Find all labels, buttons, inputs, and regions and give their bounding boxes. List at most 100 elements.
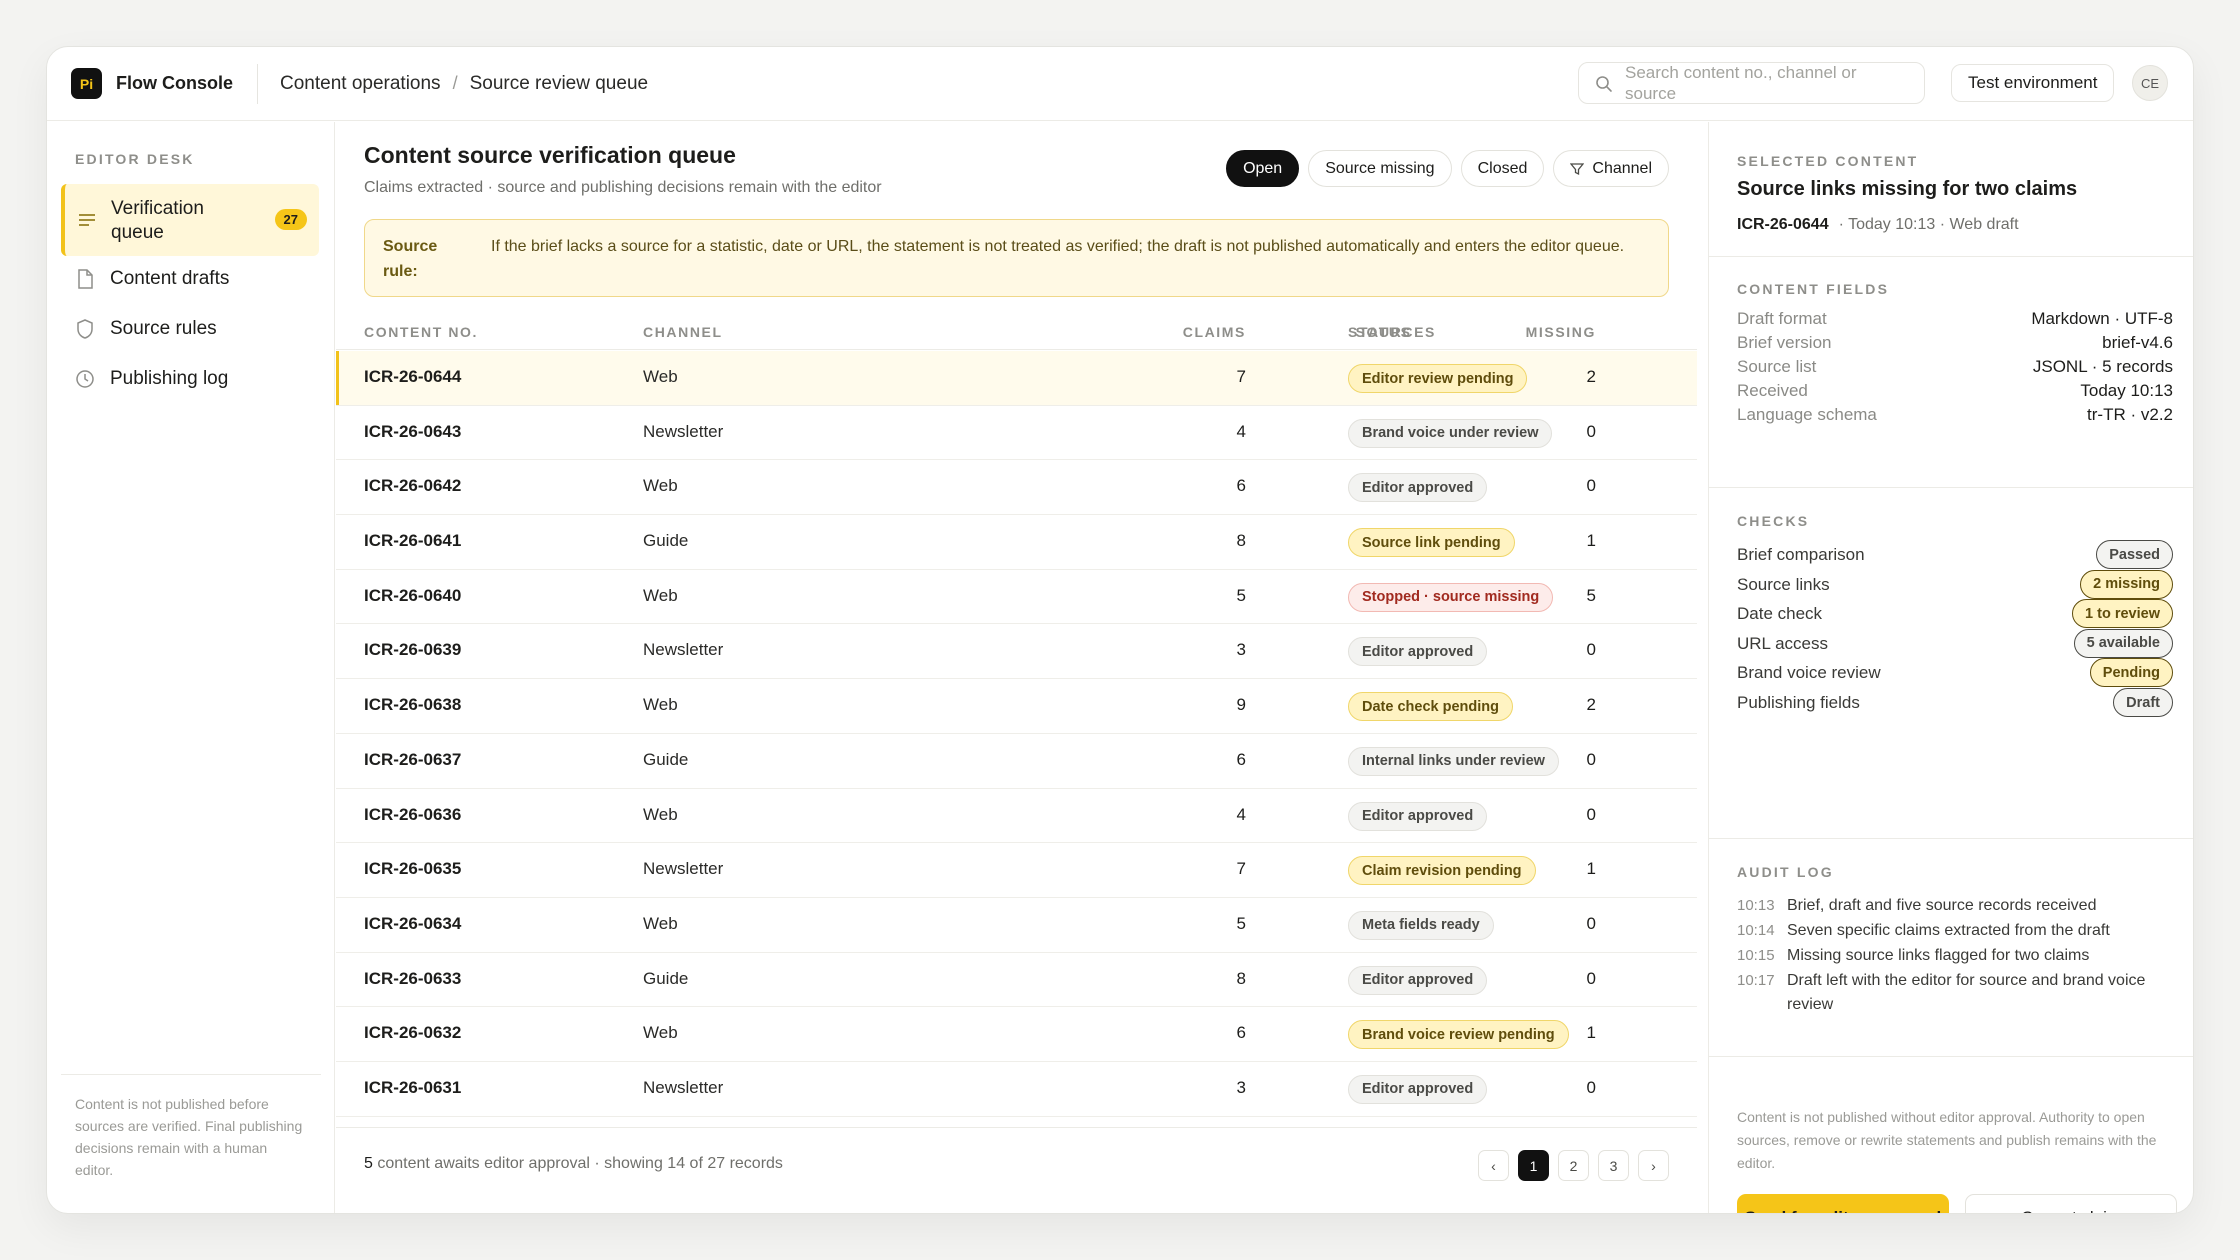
claims-cell: 3 [1236, 640, 1246, 660]
status-badge: Stopped · source missing [1348, 582, 1554, 612]
check-row: Source links 2 missing [1737, 569, 2173, 600]
page-button[interactable]: 1 [1518, 1150, 1549, 1181]
sidebar-item-content-drafts[interactable]: Content drafts [75, 268, 229, 290]
detail-meta-text: · Today 10:13 · Web draft [1838, 216, 2019, 233]
log-time: 10:17 [1737, 972, 1775, 989]
page-button[interactable]: 3 [1598, 1150, 1629, 1181]
column-header[interactable]: STATUS [1348, 324, 1412, 340]
table-row[interactable]: ICR-26-0638Web972Date check pending [336, 679, 1697, 734]
channel-cell: Guide [643, 968, 689, 988]
sidebar-item-label: Verification queue [111, 198, 204, 243]
claims-cell: 6 [1236, 1023, 1246, 1043]
fields-heading: CONTENT FIELDS [1737, 281, 1890, 297]
log-entry: 10:17 Draft left with the editor for sour… [1737, 969, 2173, 1017]
log-time: 10:15 [1737, 947, 1775, 964]
table-footer: 5 content awaits editor approval · showi… [336, 1127, 1697, 1213]
check-row: URL access 5 available [1737, 628, 2173, 659]
filter-icon [1570, 162, 1585, 175]
table-row[interactable]: ICR-26-0643Newsletter440Brand voice unde… [336, 406, 1697, 461]
table-header: CONTENT NO. CHANNEL CLAIMS SOURCES MISSI… [336, 314, 1697, 350]
status-badge: Claim revision pending [1348, 856, 1536, 886]
page-subtitle: Claims extracted · source and publishing… [364, 179, 882, 196]
table-row[interactable]: ICR-26-0637Guide660Internal links under … [336, 734, 1697, 789]
section-divider [1709, 256, 2193, 257]
correct-claim-button[interactable]: Correct claim [1965, 1194, 2177, 1213]
table-row[interactable]: ICR-26-0632Web651Brand voice review pend… [336, 1007, 1697, 1062]
claims-cell: 8 [1236, 968, 1246, 988]
claims-cell: 9 [1236, 695, 1246, 715]
detail-title: Source links missing for two claims [1737, 178, 2078, 200]
table-row[interactable]: ICR-26-0639Newsletter330Editor approved [336, 624, 1697, 680]
claims-cell: 4 [1236, 421, 1246, 441]
table-row[interactable]: ICR-26-0636Web440Editor approved [336, 789, 1697, 844]
top-bar: Pi Flow Console Content operations / Sou… [47, 47, 2193, 121]
log-time: 10:14 [1737, 922, 1775, 939]
content-number: ICR-26-0638 [364, 695, 462, 715]
header-divider [257, 63, 258, 104]
check-status-badge: Passed [2096, 540, 2173, 569]
search-input[interactable]: Search content no., channel or source [1578, 62, 1925, 104]
table-row[interactable]: ICR-26-0634Web550Meta fields ready [336, 898, 1697, 953]
clock-icon [76, 370, 94, 388]
breadcrumb-current: Source review queue [469, 72, 649, 94]
status-badge: Editor approved [1348, 801, 1488, 831]
footer-summary: 5 content awaits editor approval · showi… [364, 1155, 783, 1173]
sidebar-item-verification-queue[interactable]: Verification queue 27 [61, 184, 319, 256]
status-badge: Editor approved [1348, 965, 1488, 995]
content-number: ICR-26-0631 [364, 1077, 462, 1097]
log-time: 10:13 [1737, 897, 1775, 914]
field-label: Draft format [1737, 309, 1827, 328]
check-status-badge: 5 available [2073, 628, 2173, 658]
column-header[interactable]: MISSING [1446, 324, 1596, 340]
sidebar-item-label: Content drafts [110, 268, 230, 289]
page-button[interactable]: 2 [1558, 1150, 1589, 1181]
send-for-approval-button[interactable]: Send for editor approval [1737, 1194, 1949, 1213]
field-label: Brief version [1737, 333, 1832, 352]
field-label: Received [1737, 381, 1808, 400]
check-status-badge: 1 to review [2072, 599, 2173, 629]
table-row[interactable]: ICR-26-0640Web505Stopped · source missin… [336, 570, 1697, 625]
channel-cell: Guide [643, 531, 689, 551]
table-row[interactable]: ICR-26-0644Web752Editor review pending [336, 351, 1697, 406]
sidebar: EDITOR DESK Verification queue 27 Conten… [47, 122, 335, 1213]
column-header[interactable]: CONTENT NO. [364, 324, 478, 340]
field-value: Today 10:13 [2080, 381, 2173, 400]
filter-open[interactable]: Open [1226, 150, 1300, 187]
log-entry: 10:14 Seven specific claims extracted fro… [1737, 919, 2173, 943]
breadcrumb-item[interactable]: Content operations [280, 73, 441, 95]
status-badge: Editor approved [1348, 473, 1488, 503]
sidebar-item-publishing-log[interactable]: Publishing log [75, 368, 228, 390]
column-header[interactable]: CLAIMS [1086, 324, 1246, 340]
check-status-badge: 2 missing [2080, 569, 2173, 599]
table-row[interactable]: ICR-26-0631Newsletter330Editor approved [336, 1062, 1697, 1117]
channel-cell: Newsletter [643, 421, 724, 441]
table-row[interactable]: ICR-26-0642Web660Editor approved [336, 460, 1697, 516]
check-status-badge: Draft [2113, 688, 2173, 717]
prev-page-button[interactable]: ‹ [1478, 1150, 1509, 1181]
file-icon [78, 269, 93, 289]
channel-cell: Guide [643, 749, 689, 769]
detail-id: ICR-26-0644 [1737, 216, 1829, 233]
environment-button[interactable]: Test environment [1951, 64, 2115, 102]
sidebar-item-label: Publishing log [110, 368, 229, 389]
claims-cell: 8 [1236, 531, 1246, 551]
filter-channel[interactable]: Channel [1553, 150, 1669, 187]
claims-cell: 4 [1236, 804, 1246, 824]
table-row[interactable]: ICR-26-0635Newsletter761Claim revision p… [336, 843, 1697, 898]
main-panel: Content source verification queue Claims… [336, 122, 1697, 1213]
filter-closed[interactable]: Closed [1460, 150, 1545, 187]
next-page-button[interactable]: › [1638, 1150, 1669, 1181]
filter-channel-label: Channel [1592, 159, 1652, 177]
checks-heading: CHECKS [1737, 513, 1810, 529]
table-row[interactable]: ICR-26-0633Guide880Editor approved [336, 953, 1697, 1008]
breadcrumb: Content operations / Source review queue [280, 73, 648, 95]
sidebar-item-source-rules[interactable]: Source rules [75, 318, 217, 340]
sidebar-heading: EDITOR DESK [75, 151, 195, 167]
list-icon [79, 214, 95, 226]
column-header[interactable]: CHANNEL [643, 324, 723, 340]
avatar[interactable]: CE [2132, 65, 2168, 101]
content-number: ICR-26-0632 [364, 1023, 462, 1043]
table-row[interactable]: ICR-26-0641Guide871Source link pending [336, 515, 1697, 570]
table-body: ICR-26-0644Web752Editor review pending IC… [336, 351, 1697, 1117]
filter-source-missing[interactable]: Source missing [1308, 150, 1452, 187]
